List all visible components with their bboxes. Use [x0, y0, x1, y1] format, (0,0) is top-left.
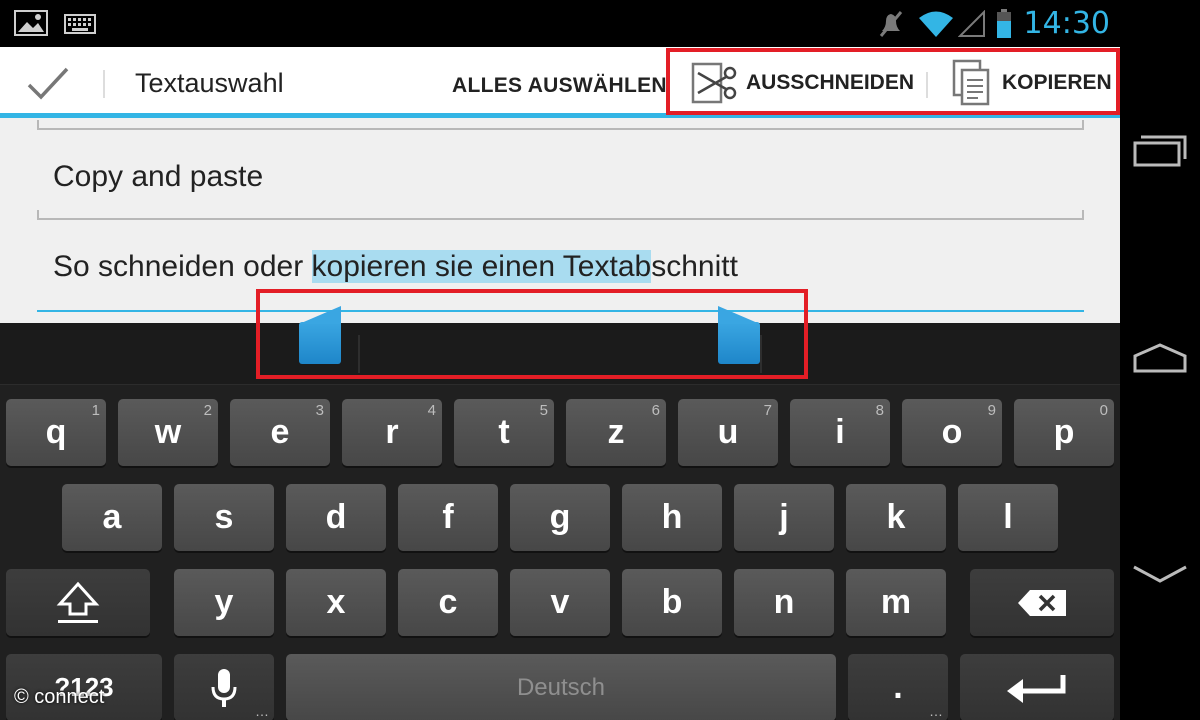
image-notification-icon [14, 10, 48, 36]
voice-input-key[interactable]: … [174, 654, 274, 720]
wifi-icon [918, 11, 953, 37]
key-a[interactable]: a [62, 484, 162, 551]
text-field-copy-paste[interactable]: Copy and paste [53, 160, 263, 194]
key-c[interactable]: c [398, 569, 498, 636]
unselected-text: So schneiden oder [53, 250, 312, 283]
key-n[interactable]: n [734, 569, 834, 636]
key-g[interactable]: g [510, 484, 610, 551]
enter-key[interactable] [960, 654, 1114, 720]
shift-key[interactable] [6, 569, 150, 636]
key-h[interactable]: h [622, 484, 722, 551]
field-underline-top [37, 120, 1084, 130]
key-y[interactable]: y [174, 569, 274, 636]
key-v[interactable]: v [510, 569, 610, 636]
key-q[interactable]: q1 [6, 399, 106, 466]
key-w[interactable]: w2 [118, 399, 218, 466]
key-l[interactable]: l [958, 484, 1058, 551]
soft-keyboard: q1 w2 e3 r4 t5 z6 u7 i8 o9 p0 a s d f g … [0, 323, 1120, 720]
key-m[interactable]: m [846, 569, 946, 636]
chevron-down-icon [1133, 565, 1187, 583]
navigation-bar [1120, 0, 1200, 720]
key-f[interactable]: f [398, 484, 498, 551]
key-b[interactable]: b [622, 569, 722, 636]
key-k[interactable]: k [846, 484, 946, 551]
key-d[interactable]: d [286, 484, 386, 551]
backspace-key[interactable] [970, 569, 1114, 636]
key-o[interactable]: o9 [902, 399, 1002, 466]
highlight-box-handles [256, 289, 808, 379]
field-underline-1 [37, 210, 1084, 220]
signal-icon [957, 9, 985, 37]
selected-text: kopieren sie einen Textab [311, 250, 652, 283]
clock: 14:30 [1023, 6, 1110, 41]
status-icons: 14:30 [876, 0, 1120, 47]
key-s[interactable]: s [174, 484, 274, 551]
back-button[interactable] [1130, 545, 1190, 605]
status-bar: 14:30 [0, 0, 1120, 47]
mute-icon [879, 10, 902, 37]
done-check-icon[interactable] [24, 61, 72, 105]
key-i[interactable]: i8 [790, 399, 890, 466]
key-z[interactable]: z6 [566, 399, 666, 466]
recent-apps-icon [1133, 135, 1187, 167]
key-t[interactable]: t5 [454, 399, 554, 466]
space-key[interactable]: Deutsch [286, 654, 836, 720]
select-all-button[interactable]: ALLES AUSWÄHLEN [452, 74, 667, 98]
watermark: © connect [14, 686, 105, 708]
key-u[interactable]: u7 [678, 399, 778, 466]
home-button[interactable] [1130, 328, 1190, 388]
action-bar-title: Textauswahl [135, 68, 284, 98]
enter-icon [1007, 674, 1066, 703]
key-j[interactable]: j [734, 484, 834, 551]
battery-icon [996, 8, 1011, 38]
text-field-selection[interactable]: So schneiden oder kopieren sie einen Tex… [53, 250, 738, 284]
home-icon [1133, 343, 1187, 373]
microphone-icon [211, 668, 237, 707]
backspace-icon [1018, 589, 1066, 616]
key-p[interactable]: p0 [1014, 399, 1114, 466]
highlight-box-actions [666, 48, 1120, 115]
shift-icon [56, 581, 100, 623]
period-key[interactable]: .… [848, 654, 948, 720]
key-e[interactable]: e3 [230, 399, 330, 466]
key-x[interactable]: x [286, 569, 386, 636]
unselected-text-after: schnitt [651, 250, 738, 283]
action-bar-divider [103, 70, 105, 98]
key-r[interactable]: r4 [342, 399, 442, 466]
keyboard-notification-icon [64, 14, 96, 34]
recent-apps-button[interactable] [1130, 120, 1190, 180]
